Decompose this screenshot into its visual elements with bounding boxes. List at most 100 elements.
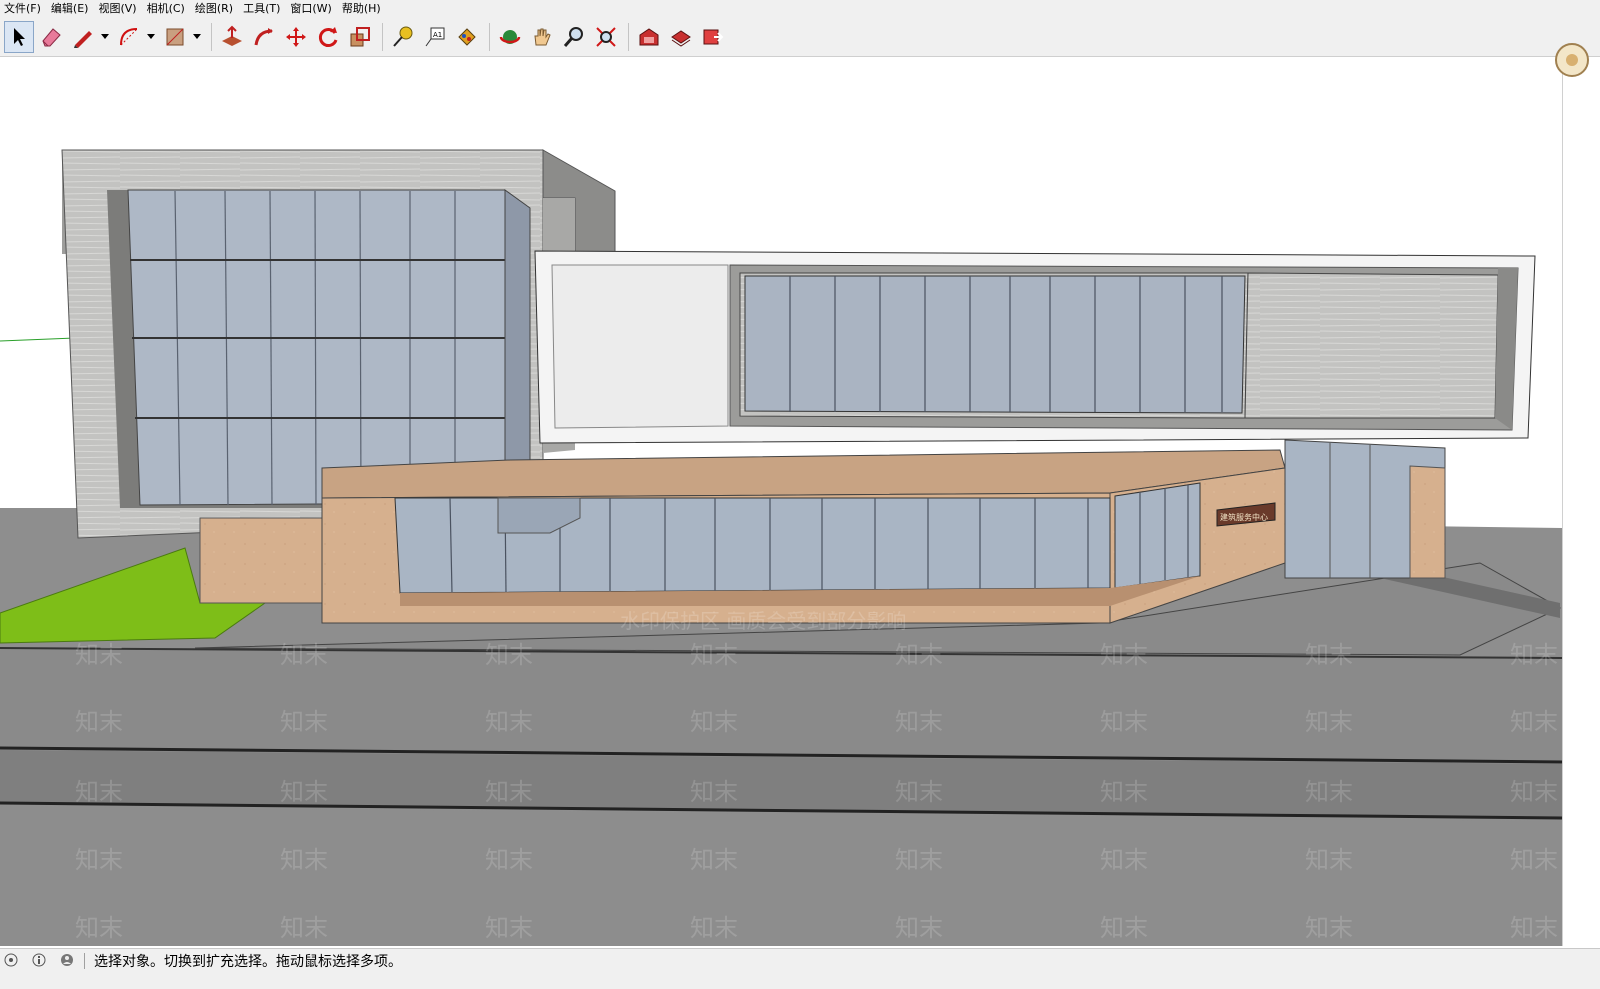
menu-camera[interactable]: 相机(C): [143, 0, 191, 18]
text-tool-button[interactable]: A1: [420, 21, 450, 53]
zoom-tool-button[interactable]: [559, 21, 589, 53]
info-icon[interactable]: [32, 953, 46, 967]
chevron-down-icon: [101, 34, 109, 39]
watermark-brand: 知末: [1305, 778, 1353, 806]
orbit-tool-button[interactable]: [495, 21, 525, 53]
watermark-banner: 水印保护区 画质会受到部分影响: [620, 609, 906, 633]
watermark-brand: 知末: [1305, 914, 1353, 942]
chevron-down-icon: [193, 34, 201, 39]
paint-bucket-tool-button[interactable]: [452, 21, 482, 53]
menu-file[interactable]: 文件(F): [0, 0, 47, 18]
geo-location-icon[interactable]: [4, 953, 18, 967]
watermark-brand: 知末: [895, 914, 943, 942]
share-model-icon: [671, 30, 691, 47]
scale-icon: [350, 27, 370, 47]
watermark-brand: 知末: [1100, 846, 1148, 874]
watermark-brand: 知末: [1510, 778, 1558, 806]
follow-me-tool-button[interactable]: [249, 21, 279, 53]
watermark-brand: 知末: [1100, 641, 1148, 669]
user-account-icon[interactable]: [60, 953, 74, 967]
extension-warehouse-button[interactable]: [698, 21, 728, 53]
arc-tool-button[interactable]: [114, 21, 144, 53]
arc-icon: [120, 28, 138, 46]
upper-cantilever-volume: [534, 250, 1536, 444]
building-sign-text: 建筑服务中心: [1220, 512, 1268, 522]
watermark-brand: 知末: [1305, 846, 1353, 874]
follow-me-icon: [254, 28, 273, 46]
zoom-extents-tool-button[interactable]: [591, 21, 621, 53]
rectangle-dropdown[interactable]: [192, 21, 202, 53]
push-pull-tool-button[interactable]: [217, 21, 247, 53]
zoom-icon: [563, 27, 583, 47]
arc-dropdown[interactable]: [146, 21, 156, 53]
svg-text:A1: A1: [433, 31, 442, 39]
watermark-brand: 知末: [485, 846, 533, 874]
menu-view[interactable]: 视图(V): [94, 0, 142, 18]
watermark-brand: 知末: [280, 914, 328, 942]
green-axis-line: [0, 337, 76, 342]
line-dropdown[interactable]: [100, 21, 110, 53]
line-tool-button[interactable]: [68, 21, 98, 53]
watermark-brand: 知末: [895, 708, 943, 736]
toolbar-separator: [628, 23, 629, 51]
menu-window[interactable]: 窗口(W): [286, 0, 337, 18]
status-message: 选择对象。切换到扩充选择。拖动鼠标选择多项。: [94, 954, 402, 970]
watermark-brand: 知末: [75, 641, 123, 669]
viewport-right-edge: [1562, 58, 1600, 946]
tape-measure-tool-button[interactable]: [388, 21, 418, 53]
warehouse-button[interactable]: [634, 21, 664, 53]
watermark-brand: 知末: [485, 914, 533, 942]
rectangle-tool-button[interactable]: [160, 21, 190, 53]
select-arrow-icon: [14, 28, 25, 46]
rotate-icon: [318, 27, 338, 47]
share-model-button[interactable]: [666, 21, 696, 53]
watermark-brand: 知末: [1305, 708, 1353, 736]
status-divider: [84, 953, 85, 969]
watermark-brand: 知末: [690, 846, 738, 874]
menu-draw[interactable]: 绘图(R): [191, 0, 239, 18]
toolbar-separator: [211, 23, 212, 51]
podium-volume: [321, 449, 1286, 624]
extension-icon: [703, 29, 724, 45]
watermark-brand: 知末: [1100, 914, 1148, 942]
select-tool-button[interactable]: [4, 21, 34, 53]
model-viewport[interactable]: 建筑服务中心 水印保护区 画质会受到部分影响 知末 知末 知末 知末 知末 知末…: [0, 58, 1562, 946]
watermark-brand: 知末: [75, 914, 123, 942]
rotate-tool-button[interactable]: [313, 21, 343, 53]
text-icon: A1: [425, 27, 445, 47]
status-bar: 选择对象。切换到扩充选择。拖动鼠标选择多项。: [0, 948, 1600, 989]
pencil-line-icon: [74, 31, 92, 48]
menu-edit[interactable]: 编辑(E): [47, 0, 95, 18]
watermark-brand: 知末: [75, 778, 123, 806]
watermark-brand: 知末: [895, 641, 943, 669]
eraser-tool-button[interactable]: [36, 21, 66, 53]
scale-tool-button[interactable]: [345, 21, 375, 53]
move-tool-button[interactable]: [281, 21, 311, 53]
menu-help[interactable]: 帮助(H): [338, 0, 387, 18]
watermark-brand: 知末: [280, 778, 328, 806]
eraser-icon: [42, 28, 61, 47]
watermark-brand: 知末: [280, 846, 328, 874]
watermark-brand: 知末: [75, 846, 123, 874]
rear-glass-entry: [1284, 439, 1446, 579]
move-icon: [286, 27, 306, 47]
watermark-brand: 知末: [485, 708, 533, 736]
watermark-brand: 知末: [895, 778, 943, 806]
watermark-brand: 知末: [690, 708, 738, 736]
watermark-brand: 知末: [1100, 708, 1148, 736]
menu-bar: 文件(F) 编辑(E) 视图(V) 相机(C) 绘图(R) 工具(T) 窗口(W…: [0, 0, 1600, 18]
watermark-brand: 知末: [280, 708, 328, 736]
instructor-avatar[interactable]: [1552, 40, 1592, 80]
watermark-brand: 知末: [1510, 641, 1558, 669]
watermark-brand: 知末: [485, 641, 533, 669]
watermark-brand: 知末: [1510, 846, 1558, 874]
pan-tool-button[interactable]: [527, 21, 557, 53]
toolbar-separator: [382, 23, 383, 51]
rectangle-icon: [166, 28, 184, 46]
menu-tools[interactable]: 工具(T): [239, 0, 286, 18]
zoom-extents-icon: [596, 27, 616, 47]
toolbar-separator: [489, 23, 490, 51]
pan-icon: [534, 28, 551, 46]
warehouse-icon: [639, 28, 659, 46]
watermark-brand: 知末: [690, 778, 738, 806]
